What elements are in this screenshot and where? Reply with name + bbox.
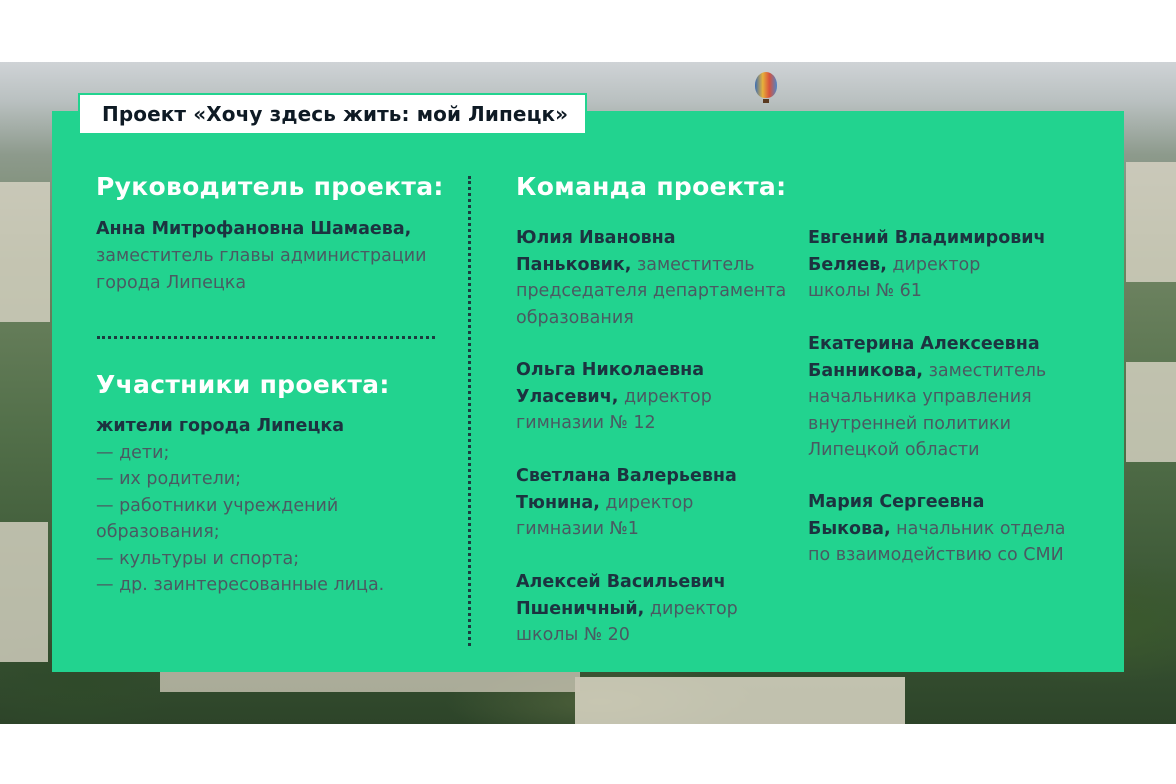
leader-role-line: города Липецка <box>96 273 247 293</box>
horizontal-dotted-divider <box>97 336 435 339</box>
building <box>0 182 50 322</box>
member-name: Алексей Васильевич <box>516 572 726 592</box>
building <box>1126 162 1176 282</box>
participant-item: — др. заинтересованные лица. <box>96 575 385 595</box>
member-surname: Банникова, <box>808 360 924 381</box>
member-surname: Уласевич, <box>516 386 619 407</box>
participant-item: — работники учреждений <box>96 496 339 516</box>
member-role: директор <box>618 386 712 407</box>
member-role: начальника управления <box>808 387 1032 407</box>
building <box>1126 362 1176 462</box>
member-name: Екатерина Алексеевна <box>808 334 1040 354</box>
member-surname: Паньковик, <box>516 254 632 275</box>
building <box>0 522 48 662</box>
member-surname: Пшеничный, <box>516 598 645 619</box>
member-name: Евгений Владимирович <box>808 228 1046 248</box>
member-role: председателя департамента <box>516 281 787 301</box>
team-member: Юлия Ивановна Паньковик, заместитель пре… <box>516 225 786 331</box>
member-role: заместитель <box>631 254 755 275</box>
participants-heading: Участники проекта: <box>96 370 390 399</box>
vertical-dotted-divider <box>468 176 471 646</box>
member-name: Мария Сергеевна <box>808 492 985 512</box>
member-name: Светлана Валерьевна <box>516 466 737 486</box>
building <box>575 677 905 724</box>
member-role: по взаимодействию со СМИ <box>808 545 1064 565</box>
participant-item: — культуры и спорта; <box>96 549 300 569</box>
team-member: Светлана Валерьевна Тюнина, директор гим… <box>516 463 737 543</box>
member-role: гимназии №1 <box>516 519 639 539</box>
member-surname: Беляев, <box>808 254 887 275</box>
leader-name: Анна Митрофановна Шамаева, <box>96 219 412 239</box>
participant-item: — дети; <box>96 443 170 463</box>
team-member: Алексей Васильевич Пшеничный, директор ш… <box>516 569 738 649</box>
member-role: образования <box>516 307 634 328</box>
team-member: Евгений Владимирович Беляев, директор шк… <box>808 225 1046 305</box>
team-heading: Команда проекта: <box>516 172 787 201</box>
team-member: Екатерина Алексеевна Банникова, заместит… <box>808 331 1046 464</box>
member-surname: Быкова, <box>808 518 891 539</box>
participants-intro: жители города Липецка <box>96 416 345 436</box>
member-role: гимназии № 12 <box>516 413 656 433</box>
participant-item: образования; <box>96 522 220 542</box>
member-role: Липецкой области <box>808 440 980 460</box>
member-role: школы № 61 <box>808 281 922 301</box>
member-role: школы № 20 <box>516 625 630 645</box>
member-name: Ольга Николаевна <box>516 360 705 380</box>
member-role: начальник отдела <box>890 518 1066 539</box>
member-role: директор <box>599 492 694 513</box>
building <box>160 670 580 692</box>
member-role: директор <box>886 254 981 275</box>
participant-item: — их родители; <box>96 469 242 489</box>
team-member: Ольга Николаевна Уласевич, директор гимн… <box>516 357 712 437</box>
leader-role-line: заместитель главы администрации <box>96 246 427 266</box>
team-member: Мария Сергеевна Быкова, начальник отдела… <box>808 489 1066 569</box>
member-role: внутренней политики <box>808 413 1011 434</box>
slide-title: Проект «Хочу здесь жить: мой Липецк» <box>78 93 587 135</box>
member-role: заместитель <box>923 360 1047 381</box>
member-name: Юлия Ивановна <box>516 228 676 248</box>
leader-heading: Руководитель проекта: <box>96 172 444 201</box>
hot-air-balloon <box>755 72 777 103</box>
member-surname: Тюнина, <box>516 492 600 513</box>
member-role: директор <box>644 598 738 619</box>
